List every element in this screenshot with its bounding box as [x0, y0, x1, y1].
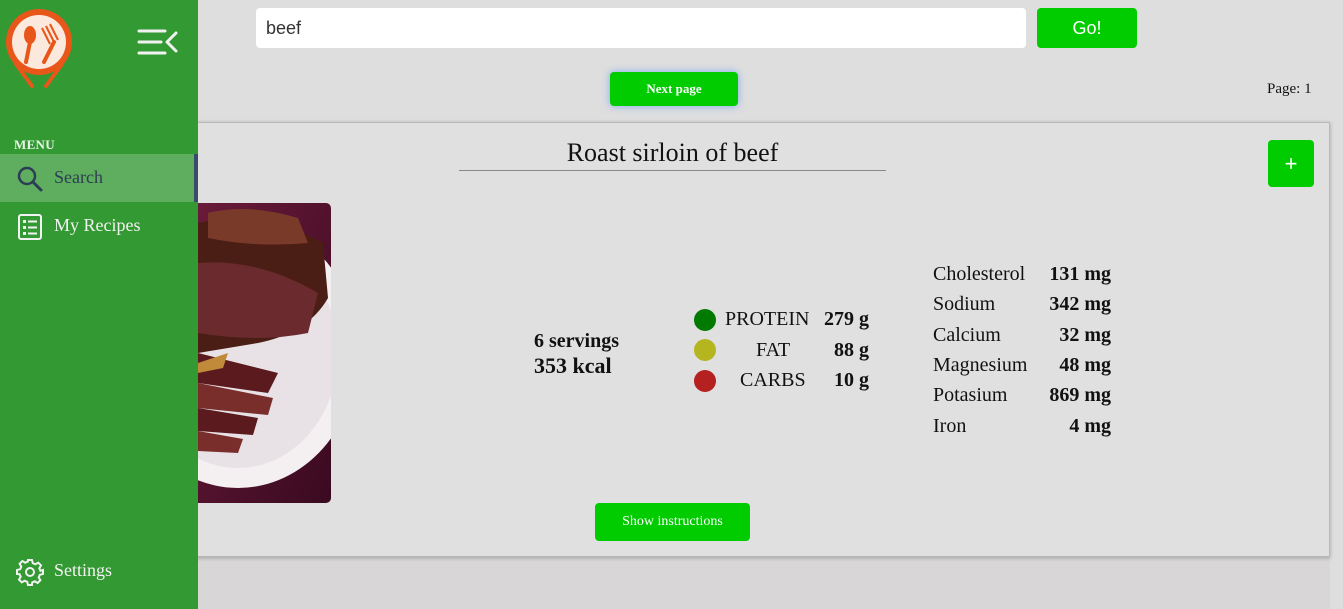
fat-dot [694, 339, 716, 361]
list-icon [16, 213, 44, 241]
page-footer-area [198, 557, 1330, 609]
carbs-label: CARBS [740, 369, 806, 391]
mineral-value: 32 mg [1059, 324, 1111, 346]
mineral-value: 131 mg [1049, 263, 1111, 285]
show-instructions-button[interactable]: Show instructions [595, 503, 750, 541]
mineral-name: Potasium [933, 384, 1008, 406]
sidebar-item-settings[interactable]: Settings [0, 547, 198, 595]
sidebar: MENU Search My Recipes Settings [0, 0, 198, 609]
mineral-value: 48 mg [1059, 354, 1111, 376]
mineral-name: Cholesterol [933, 263, 1026, 285]
recipe-photo [198, 203, 331, 503]
go-button[interactable]: Go! [1037, 8, 1137, 48]
fat-label: FAT [756, 339, 791, 361]
page-indicator: Page: 1 [1267, 81, 1312, 97]
servings-text: 6 servings [534, 330, 619, 352]
carbs-value: 10 g [834, 369, 869, 391]
protein-label: PROTEIN [725, 308, 810, 330]
menu-heading: MENU [14, 137, 55, 152]
mineral-name: Calcium [933, 324, 1001, 346]
gear-icon [16, 558, 44, 586]
recipe-title: Roast sirloin of beef [459, 138, 886, 171]
next-page-button[interactable]: Next page [610, 72, 738, 106]
sidebar-item-label: Settings [54, 560, 113, 580]
sidebar-item-label: My Recipes [54, 215, 141, 235]
mineral-name: Iron [933, 415, 967, 437]
fat-value: 88 g [834, 339, 869, 361]
mineral-name: Magnesium [933, 354, 1028, 376]
add-recipe-button[interactable]: + [1268, 140, 1314, 187]
mineral-value: 342 mg [1049, 293, 1111, 315]
carbs-dot [694, 370, 716, 392]
mineral-value: 4 mg [1069, 415, 1111, 437]
kcal-text: 353 kcal [534, 353, 612, 378]
search-icon [16, 165, 44, 193]
protein-dot [694, 309, 716, 331]
sidebar-item-my-recipes[interactable]: My Recipes [0, 202, 198, 250]
sidebar-item-label: Search [54, 167, 103, 187]
mineral-name: Sodium [933, 293, 996, 315]
collapse-menu-icon[interactable] [137, 28, 179, 58]
sidebar-item-search[interactable]: Search [0, 154, 198, 202]
app-logo [4, 4, 74, 88]
search-input[interactable] [256, 8, 1026, 48]
mineral-value: 869 mg [1049, 384, 1111, 406]
protein-value: 279 g [824, 308, 869, 330]
